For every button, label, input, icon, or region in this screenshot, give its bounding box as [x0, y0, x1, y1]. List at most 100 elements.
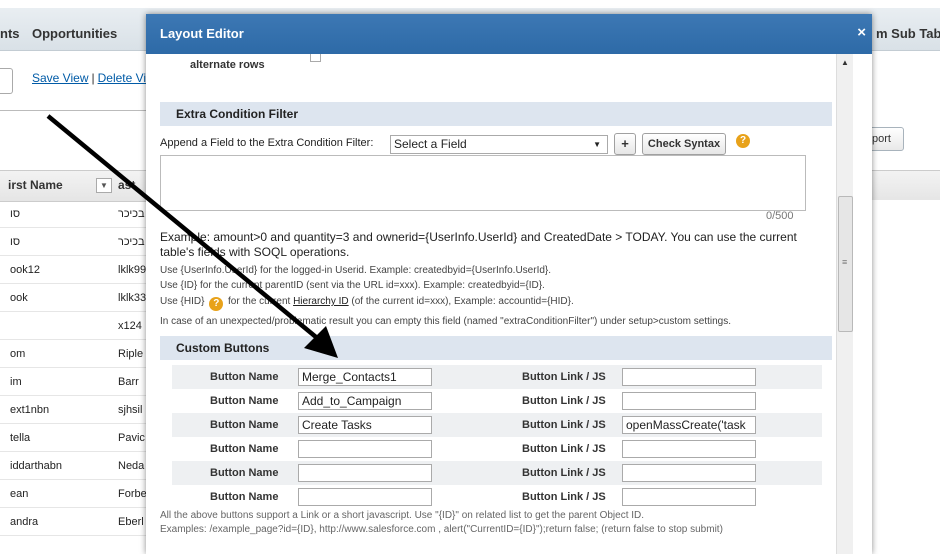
dialog-body[interactable]: —— · ·· —— —— alternate rows Extra Condi… [146, 54, 872, 554]
hint-hid-pre: Use {HID} [160, 296, 205, 307]
table-row[interactable]: ext1nbn sjhsil [0, 397, 160, 424]
tab-opportunities[interactable]: Opportunities [32, 26, 117, 41]
first-name-cell: ook12 [10, 264, 40, 276]
table-row[interactable]: סו בכיכר [0, 229, 160, 256]
hint-hid-post: (of the current id=xxx), Example: accoun… [348, 296, 574, 307]
first-name-cell: ean [10, 488, 29, 500]
view-select-edge[interactable] [0, 68, 13, 94]
custom-button-row: Button Name Button Link / JS [172, 485, 822, 509]
table-row[interactable]: iddarthabn Neda [0, 453, 160, 480]
tab-partial-left[interactable]: nts [0, 26, 20, 41]
button-name-input[interactable] [298, 464, 432, 482]
chevron-down-icon: ▼ [593, 140, 601, 149]
scroll-up-icon[interactable]: ▲ [841, 58, 849, 67]
add-field-button[interactable]: + [614, 133, 636, 155]
last-name-cell: sjhsil [118, 404, 143, 416]
extra-condition-title: Extra Condition Filter [176, 107, 299, 121]
custom-button-row: Button Name Merge_Contacts1 Button Link / … [172, 365, 822, 389]
button-name-input[interactable]: Merge_Contacts1 [298, 368, 432, 386]
top-strip [0, 0, 940, 8]
view-links: Save View | Delete Vi [32, 71, 147, 85]
example-text: Example: amount>0 and quantity=3 and own… [160, 230, 797, 259]
button-name-label: Button Name [210, 467, 279, 479]
button-name-label: Button Name [210, 443, 279, 455]
last-name-cell: Eberl [118, 516, 144, 528]
help-icon[interactable]: ? [209, 297, 224, 311]
button-link-label: Button Link / JS [522, 395, 606, 407]
hint-id: Use {ID} for the current parentID (sent … [160, 280, 545, 291]
button-link-input[interactable] [622, 368, 756, 386]
table-row[interactable]: andra Eberl [0, 509, 160, 536]
button-link-label: Button Link / JS [522, 371, 606, 383]
hierarchy-id-link[interactable]: Hierarchy ID [293, 296, 349, 307]
first-name-cell: tella [10, 432, 31, 444]
char-counter: 0/500 [766, 210, 794, 222]
close-icon[interactable]: × [857, 24, 866, 41]
delete-view-link[interactable]: Delete Vi [98, 71, 146, 85]
first-name-cell: iddarthabn [10, 460, 62, 472]
check-syntax-button[interactable]: Check Syntax [642, 133, 726, 155]
grip-icon: ≡ [842, 257, 848, 267]
button-link-input[interactable] [622, 464, 756, 482]
hint-userid: Use {UserInfo.UserId} for the logged-in … [160, 265, 552, 276]
hint-hid: Use {HID} ? for the current Hierarchy ID… [160, 295, 574, 311]
buttons-footnote-1: All the above buttons support a Link or … [160, 510, 645, 521]
scroll-content: —— · ·· —— —— alternate rows Extra Condi… [160, 54, 832, 554]
last-name-cell: בכיכר [118, 208, 145, 220]
button-name-input[interactable] [298, 440, 432, 458]
table-row[interactable]: ook lklk33 [0, 285, 160, 312]
button-name-input[interactable]: Create Tasks [298, 416, 432, 434]
first-name-cell: ook [10, 292, 28, 304]
button-name-label: Button Name [210, 419, 279, 431]
custom-buttons-header: Custom Buttons [160, 336, 832, 360]
button-link-input[interactable] [622, 440, 756, 458]
button-link-label: Button Link / JS [522, 419, 606, 431]
button-link-label: Button Link / JS [522, 467, 606, 479]
help-icon[interactable]: ? [736, 134, 750, 148]
last-name-cell: Riple [118, 348, 144, 360]
table-row[interactable]: סו בכיכר [0, 201, 160, 228]
table-row[interactable]: x124 [0, 313, 160, 340]
dialog-header: Layout Editor × [146, 14, 872, 54]
button-link-input[interactable] [622, 488, 756, 506]
hint-hid-mid: for the current [225, 296, 294, 307]
table-row[interactable]: om Riple [0, 341, 160, 368]
button-link-label: Button Link / JS [522, 443, 606, 455]
select-field-value: Select a Field [394, 137, 467, 151]
button-name-label: Button Name [210, 491, 279, 503]
button-name-label: Button Name [210, 371, 279, 383]
table-row[interactable]: ean Forbe [0, 481, 160, 508]
table-row[interactable]: tella Pavic [0, 425, 160, 452]
table-row[interactable]: ook12 lklk99 [0, 257, 160, 284]
alternate-rows-label: alternate rows [190, 59, 265, 71]
first-name-cell: im [10, 376, 22, 388]
extra-condition-textarea[interactable] [160, 155, 806, 211]
last-name-cell: Barr [118, 376, 139, 388]
column-first-name[interactable]: irst Name [8, 178, 63, 192]
custom-buttons-title: Custom Buttons [176, 341, 270, 355]
scroll-thumb[interactable]: ≡ [838, 196, 853, 332]
dialog-scrollbar[interactable]: ▲ ≡ [836, 54, 853, 554]
custom-button-row: Button Name Button Link / JS [172, 461, 822, 485]
button-link-input[interactable] [622, 392, 756, 410]
extra-condition-header: Extra Condition Filter [160, 102, 832, 126]
button-link-input[interactable]: openMassCreate('task [622, 416, 756, 434]
first-name-cell: om [10, 348, 26, 360]
table-row[interactable]: im Barr [0, 369, 160, 396]
alternate-rows-checkbox[interactable] [310, 54, 321, 62]
save-view-link[interactable]: Save View [32, 71, 88, 85]
custom-button-row: Button Name Button Link / JS [172, 437, 822, 461]
last-name-cell: Pavic [118, 432, 145, 444]
layout-editor-dialog: Layout Editor × —— · ·· —— —— alternate … [146, 14, 872, 554]
last-name-cell: lklk33 [118, 292, 147, 304]
first-name-cell: סו [10, 236, 21, 248]
last-name-cell: Neda [118, 460, 145, 472]
column-last-name[interactable]: ast [118, 178, 135, 192]
custom-button-row: Button Name Add_to_Campaign Button Link / … [172, 389, 822, 413]
button-name-input[interactable] [298, 488, 432, 506]
button-name-input[interactable]: Add_to_Campaign [298, 392, 432, 410]
select-field-dropdown[interactable]: Select a Field ▼ [390, 135, 608, 154]
tab-sub-tab[interactable]: m Sub Tab [876, 26, 940, 41]
column-menu-button[interactable]: ▼ [96, 178, 112, 193]
last-name-cell: lklk99 [118, 264, 147, 276]
